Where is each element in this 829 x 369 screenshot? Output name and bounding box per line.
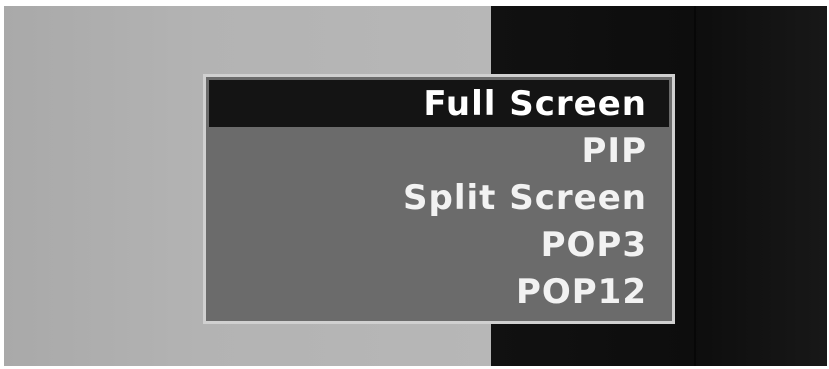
menu-item-pop3[interactable]: POP3 — [209, 221, 669, 268]
menu-item-label: Full Screen — [423, 83, 647, 124]
display-mode-menu: Full Screen PIP Split Screen POP3 POP12 — [203, 74, 675, 324]
menu-item-label: POP12 — [515, 271, 647, 312]
menu-item-label: Split Screen — [403, 177, 647, 218]
menu-item-label: POP3 — [540, 224, 647, 265]
menu-item-pip[interactable]: PIP — [209, 127, 669, 174]
menu-list: Full Screen PIP Split Screen POP3 POP12 — [209, 80, 669, 318]
menu-item-label: PIP — [581, 130, 647, 171]
menu-item-pop12[interactable]: POP12 — [209, 268, 669, 315]
panel-divider — [694, 6, 696, 366]
screen-photo: Full Screen PIP Split Screen POP3 POP12 — [4, 6, 827, 366]
menu-item-full-screen[interactable]: Full Screen — [209, 80, 669, 127]
menu-item-split-screen[interactable]: Split Screen — [209, 174, 669, 221]
